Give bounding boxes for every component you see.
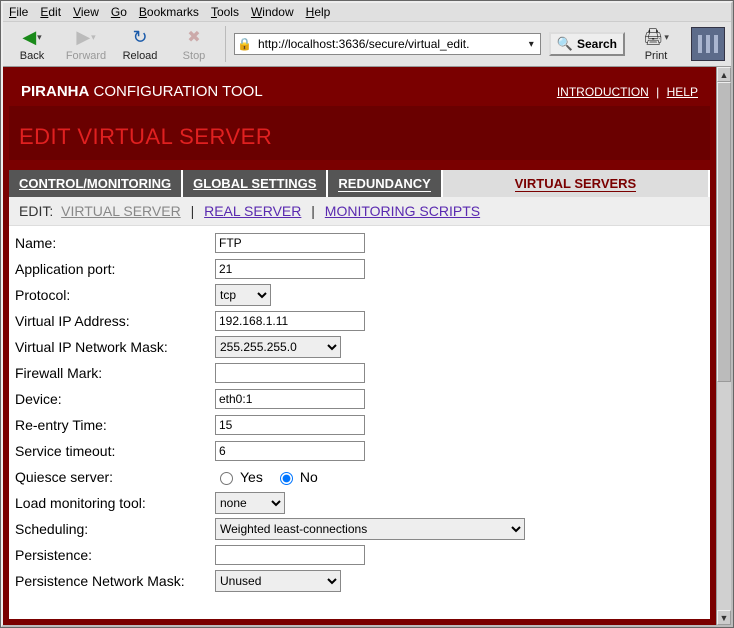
timeout-label: Service timeout: bbox=[15, 443, 215, 459]
print-label: Print bbox=[645, 50, 668, 62]
pmask-select[interactable]: Unused bbox=[215, 570, 341, 592]
back-arrow-icon: ◀ bbox=[22, 27, 36, 48]
pmask-label: Persistence Network Mask: bbox=[15, 573, 215, 589]
scheduling-label: Scheduling: bbox=[15, 521, 215, 537]
dropdown-icon: ▾ bbox=[664, 32, 669, 43]
subtab-label: EDIT: bbox=[19, 203, 53, 219]
app-header: PIRANHA CONFIGURATION TOOL INTRODUCTION … bbox=[9, 73, 710, 106]
scroll-track[interactable] bbox=[717, 382, 731, 610]
stop-button[interactable]: ✖ Stop bbox=[171, 26, 217, 62]
back-button[interactable]: ◀ ▾ Back bbox=[9, 26, 55, 62]
forward-button[interactable]: ▶ ▾ Forward bbox=[63, 26, 109, 62]
name-input[interactable] bbox=[215, 233, 365, 253]
reentry-label: Re-entry Time: bbox=[15, 417, 215, 433]
toolbar: ◀ ▾ Back ▶ ▾ Forward ↻ Reload ✖ Stop bbox=[3, 22, 731, 67]
tab-global-settings[interactable]: GLOBAL SETTINGS bbox=[183, 170, 328, 197]
loadmon-label: Load monitoring tool: bbox=[15, 495, 215, 511]
fwmark-input[interactable] bbox=[215, 363, 365, 383]
menu-go[interactable]: Go bbox=[111, 5, 127, 19]
loadmon-select[interactable]: none bbox=[215, 492, 285, 514]
persistence-label: Persistence: bbox=[15, 547, 215, 563]
forward-arrow-icon: ▶ bbox=[76, 27, 90, 48]
device-input[interactable] bbox=[215, 389, 365, 409]
menu-view[interactable]: View bbox=[73, 5, 99, 19]
subtab-monitoring-scripts[interactable]: MONITORING SCRIPTS bbox=[325, 203, 480, 219]
stop-icon: ✖ bbox=[187, 27, 200, 47]
scroll-thumb[interactable] bbox=[717, 82, 731, 382]
search-label: Search bbox=[577, 37, 617, 51]
subtab-real-server[interactable]: REAL SERVER bbox=[204, 203, 301, 219]
dropdown-icon: ▾ bbox=[91, 32, 96, 43]
vip-input[interactable] bbox=[215, 311, 365, 331]
brand-subtitle: CONFIGURATION TOOL bbox=[89, 83, 262, 100]
menu-file[interactable]: File bbox=[9, 5, 28, 19]
menu-bookmarks[interactable]: Bookmarks bbox=[139, 5, 199, 19]
quiesce-yes-radio[interactable]: Yes bbox=[215, 469, 263, 485]
page-content: PIRANHA CONFIGURATION TOOL INTRODUCTION … bbox=[3, 67, 716, 625]
printer-icon: 🖨 bbox=[643, 27, 663, 47]
tab-redundancy[interactable]: REDUNDANCY bbox=[328, 170, 442, 197]
brand-name: PIRANHA bbox=[21, 83, 89, 100]
link-separator: | bbox=[656, 85, 659, 99]
port-input[interactable] bbox=[215, 259, 365, 279]
sub-tabs: EDIT: VIRTUAL SERVER | REAL SERVER | MON… bbox=[9, 197, 710, 226]
menu-tools[interactable]: Tools bbox=[211, 5, 239, 19]
vmask-select[interactable]: 255.255.255.0 bbox=[215, 336, 341, 358]
timeout-input[interactable] bbox=[215, 441, 365, 461]
url-bar[interactable]: 🔒 ▾ bbox=[234, 33, 541, 55]
toolbar-separator bbox=[225, 26, 226, 62]
quiesce-no-radio[interactable]: No bbox=[275, 469, 318, 485]
port-label: Application port: bbox=[15, 261, 215, 277]
search-button[interactable]: 🔍 Search bbox=[549, 32, 625, 56]
name-label: Name: bbox=[15, 235, 215, 251]
stop-label: Stop bbox=[183, 50, 206, 62]
protocol-label: Protocol: bbox=[15, 287, 215, 303]
fwmark-label: Firewall Mark: bbox=[15, 365, 215, 381]
reentry-input[interactable] bbox=[215, 415, 365, 435]
site-lock-icon: 🔒 bbox=[237, 37, 252, 51]
device-label: Device: bbox=[15, 391, 215, 407]
dropdown-icon: ▾ bbox=[37, 32, 42, 43]
menu-help[interactable]: Help bbox=[306, 5, 331, 19]
menu-edit[interactable]: Edit bbox=[40, 5, 61, 19]
link-introduction[interactable]: INTRODUCTION bbox=[557, 85, 649, 99]
vertical-scrollbar[interactable]: ▲ ▼ bbox=[716, 67, 731, 625]
reload-label: Reload bbox=[123, 50, 158, 62]
scheduling-select[interactable]: Weighted least-connections bbox=[215, 518, 525, 540]
print-button[interactable]: 🖨 ▾ Print bbox=[633, 26, 679, 62]
reload-icon: ↻ bbox=[132, 27, 147, 48]
subtab-virtual-server[interactable]: VIRTUAL SERVER bbox=[61, 203, 181, 219]
reload-button[interactable]: ↻ Reload bbox=[117, 26, 163, 62]
persistence-input[interactable] bbox=[215, 545, 365, 565]
menu-window[interactable]: Window bbox=[251, 5, 294, 19]
page-title: EDIT VIRTUAL SERVER bbox=[9, 106, 710, 160]
vip-label: Virtual IP Address: bbox=[15, 313, 215, 329]
scroll-up-icon[interactable]: ▲ bbox=[717, 67, 731, 82]
scroll-down-icon[interactable]: ▼ bbox=[717, 610, 731, 625]
search-icon: 🔍 bbox=[557, 36, 573, 52]
quiesce-label: Quiesce server: bbox=[15, 469, 215, 485]
link-help[interactable]: HELP bbox=[667, 85, 698, 99]
tab-control-monitoring[interactable]: CONTROL/MONITORING bbox=[9, 170, 183, 197]
tab-virtual-servers[interactable]: VIRTUAL SERVERS bbox=[443, 170, 710, 197]
url-dropdown-icon[interactable]: ▾ bbox=[525, 39, 538, 50]
forward-label: Forward bbox=[66, 50, 106, 62]
throbber-icon bbox=[691, 27, 725, 61]
form: Name: Application port: Protocol: tcp bbox=[9, 226, 710, 619]
vmask-label: Virtual IP Network Mask: bbox=[15, 339, 215, 355]
url-input[interactable] bbox=[256, 35, 521, 53]
menubar: File Edit View Go Bookmarks Tools Window… bbox=[3, 3, 731, 22]
main-tabs: CONTROL/MONITORING GLOBAL SETTINGS REDUN… bbox=[9, 170, 710, 197]
back-label: Back bbox=[20, 50, 44, 62]
protocol-select[interactable]: tcp bbox=[215, 284, 271, 306]
